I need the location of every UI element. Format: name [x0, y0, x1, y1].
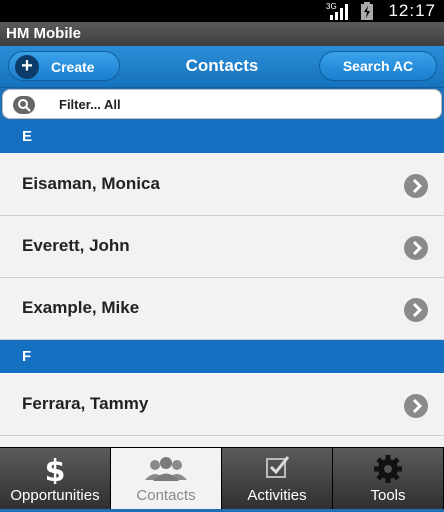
tab-contacts[interactable]: Contacts: [111, 448, 221, 510]
tab-bar: $ Opportunities Contacts Activities Tool…: [0, 447, 444, 512]
list-item[interactable]: Eisaman, Monica: [0, 154, 444, 216]
plus-icon: +: [15, 55, 39, 79]
list-item[interactable]: Everett, John: [0, 216, 444, 278]
svg-text:$: $: [45, 454, 66, 484]
network-type: 3G: [326, 2, 337, 11]
list-item[interactable]: Example, Mike: [0, 278, 444, 340]
nav-bar: + Create Contacts Search AC: [0, 46, 444, 88]
search-ac-button[interactable]: Search AC: [319, 51, 437, 81]
tab-activities[interactable]: Activities: [222, 448, 332, 510]
people-icon: [145, 457, 187, 481]
status-bar: 3G 12:17: [0, 0, 444, 22]
create-button[interactable]: + Create: [8, 51, 120, 81]
contact-name: Ferrara, Tammy: [22, 394, 149, 413]
battery-icon: [361, 2, 373, 20]
filter-bar: Filter... All: [0, 88, 444, 120]
tab-label: Activities: [247, 487, 307, 504]
section-header-f: F: [0, 340, 444, 374]
filter-field[interactable]: Filter... All: [2, 89, 442, 119]
tab-label: Contacts: [136, 487, 196, 504]
list-item[interactable]: Ferrara, Tammy: [0, 374, 444, 436]
tab-tools[interactable]: Tools: [333, 448, 443, 510]
chevron-right-icon[interactable]: [404, 236, 428, 260]
app-title: HM Mobile: [0, 22, 444, 46]
search-icon: [13, 96, 35, 114]
contact-name: Eisaman, Monica: [22, 174, 160, 193]
contact-name: Example, Mike: [22, 298, 140, 317]
dollar-icon: $: [45, 454, 66, 484]
status-time: 12:17: [388, 1, 436, 20]
contact-name: Everett, John: [22, 236, 130, 255]
filter-text: Filter... All: [59, 97, 121, 112]
create-button-label: Create: [51, 59, 95, 75]
gear-icon: [374, 455, 402, 483]
chevron-right-icon[interactable]: [404, 298, 428, 322]
signal-icon: 3G: [326, 2, 348, 20]
contacts-list[interactable]: E Eisaman, Monica Everett, John Example,…: [0, 120, 444, 447]
checkbox-icon: [266, 456, 290, 478]
section-header-e: E: [0, 120, 444, 154]
tab-label: Tools: [370, 487, 406, 504]
chevron-right-icon[interactable]: [404, 394, 428, 418]
chevron-right-icon[interactable]: [404, 174, 428, 198]
tab-label: Opportunities: [10, 487, 100, 504]
tab-opportunities[interactable]: $ Opportunities: [0, 448, 110, 510]
